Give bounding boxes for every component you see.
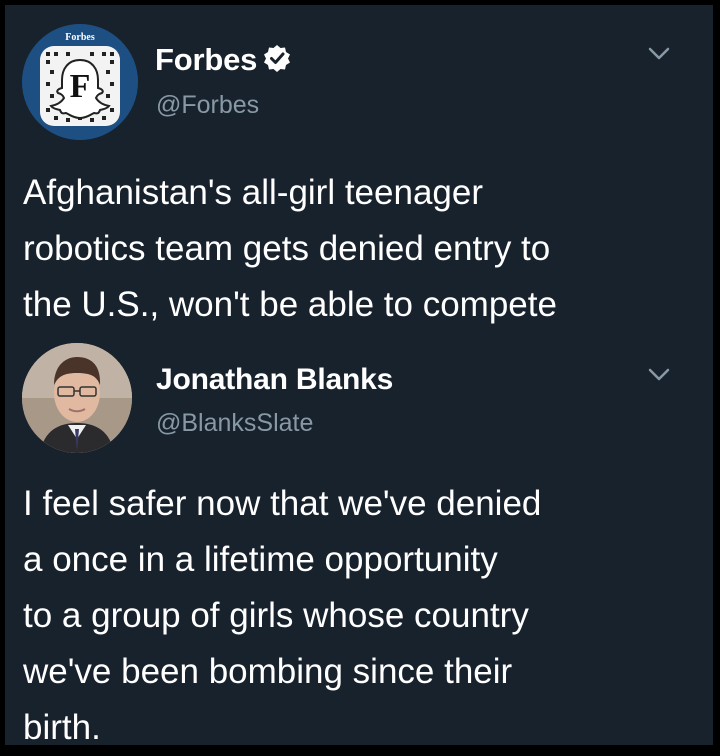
tweet-text-line: I feel safer now that we've denied (23, 484, 542, 523)
author-name[interactable]: Jonathan Blanks (156, 363, 393, 397)
tweet-text-line: to a group of girls whose country (23, 596, 529, 635)
tweet-panel: Forbes F Forbes @Forbes Afghanistan's al… (5, 5, 713, 747)
avatar-letter: F (69, 68, 91, 105)
author-handle[interactable]: @BlanksSlate (156, 409, 313, 438)
author-name[interactable]: Forbes (155, 42, 291, 80)
tweet-text-line: Afghanistan's all-girl teenager (23, 173, 484, 212)
tweet-text: I feel safer now that we've denied a onc… (23, 476, 703, 756)
author-name-text: Forbes (155, 42, 258, 77)
chevron-down-icon[interactable] (648, 368, 670, 382)
author-handle[interactable]: @Forbes (156, 91, 259, 120)
tweet-text: Afghanistan's all-girl teenager robotics… (23, 165, 703, 333)
image-frame: Forbes F Forbes @Forbes Afghanistan's al… (0, 0, 720, 752)
tweet-text-line: the U.S., won't be able to compete (23, 285, 557, 324)
avatar-wordmark: Forbes (65, 32, 95, 43)
verified-badge-icon (263, 44, 291, 80)
forbes-avatar[interactable]: Forbes F (22, 24, 138, 140)
profile-photo (22, 343, 132, 453)
chevron-down-icon[interactable] (648, 47, 670, 61)
tweet-text-line: birth. (23, 708, 101, 747)
tweet-reply: Jonathan Blanks @BlanksSlate I feel safe… (5, 335, 713, 747)
tweet-text-line: robotics team gets denied entry to (23, 229, 551, 268)
jonathan-avatar[interactable] (22, 343, 132, 453)
tweet-forbes: Forbes F Forbes @Forbes Afghanistan's al… (5, 5, 713, 335)
tweet-text-line: a once in a lifetime opportunity (23, 540, 498, 579)
tweet-text-line: we've been bombing since their (23, 652, 513, 691)
